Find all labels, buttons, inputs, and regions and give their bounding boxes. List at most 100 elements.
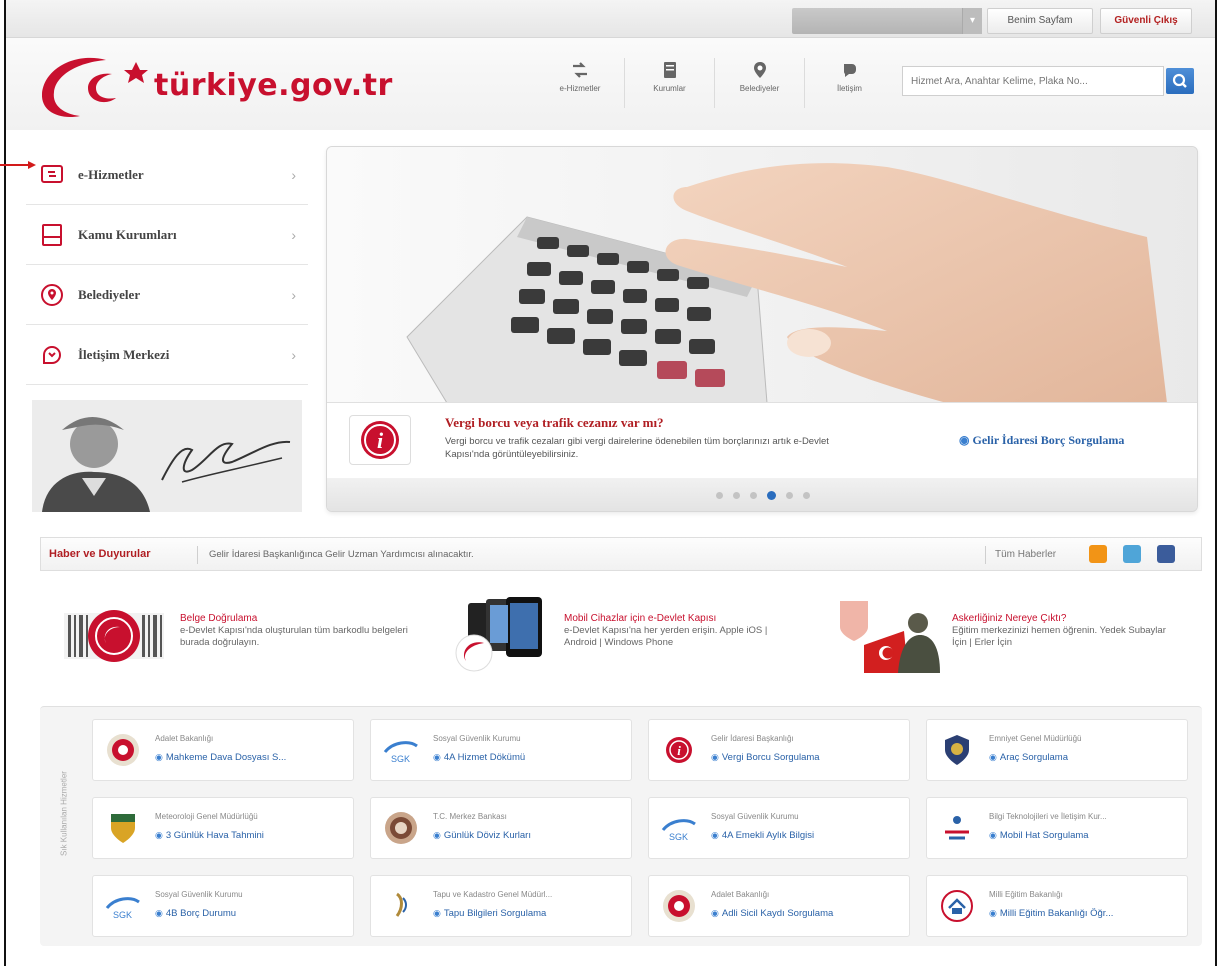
info-icon: i bbox=[361, 421, 399, 459]
slider-dot[interactable] bbox=[716, 491, 723, 499]
institutions-icon bbox=[663, 62, 676, 78]
topnav-e-hizmetler[interactable]: e-Hizmetler bbox=[546, 58, 614, 108]
slide-image bbox=[327, 147, 1197, 403]
divider bbox=[197, 546, 198, 564]
topnav-label: Kurumlar bbox=[653, 84, 686, 93]
service-card[interactable]: Milli Eğitim Bakanlığı Milli Eğitim Baka… bbox=[926, 875, 1188, 937]
promo-body: Eğitim merkezinizi hemen öğrenin. Yedek … bbox=[952, 625, 1166, 648]
slider-dot[interactable] bbox=[750, 491, 757, 499]
service-card[interactable]: Tapu ve Kadastro Genel Müdürl... Tapu Bi… bbox=[370, 875, 632, 937]
service-card[interactable]: Adalet Bakanlığı Adli Sicil Kaydı Sorgul… bbox=[648, 875, 910, 937]
service-card[interactable]: Meteoroloji Genel Müdürlüğü 3 Günlük Hav… bbox=[92, 797, 354, 859]
search-button[interactable] bbox=[1166, 68, 1194, 94]
promo-title: Askerliğiniz Nereye Çıktı? bbox=[952, 613, 1067, 624]
top-strip: ▾ Benim Sayfam Güvenli Çıkış bbox=[6, 0, 1215, 38]
service-card[interactable]: Adalet Bakanlığı Mahkeme Dava Dosyası S.… bbox=[92, 719, 354, 781]
slide-body: Vergi borcu ve trafik cezaları gibi verg… bbox=[445, 436, 829, 460]
rss-icon[interactable] bbox=[1089, 545, 1107, 563]
sidebar-item-belediyeler[interactable]: Belediyeler › bbox=[26, 265, 308, 325]
chevron-right-icon: › bbox=[291, 167, 296, 183]
site-logo[interactable]: türkiye.gov.tr bbox=[36, 48, 406, 128]
slide-title: Vergi borcu veya trafik cezanız var mı? bbox=[445, 415, 664, 430]
hero-slider[interactable]: i Vergi borcu veya trafik cezanız var mı… bbox=[326, 146, 1198, 512]
card-org: Adalet Bakanlığı bbox=[155, 734, 214, 743]
chevron-down-icon[interactable]: ▾ bbox=[962, 8, 982, 34]
news-headline[interactable]: Gelir İdaresi Başkanlığınca Gelir Uzman … bbox=[209, 549, 474, 560]
land-registry-logo-icon bbox=[395, 892, 407, 917]
service-card[interactable]: Bilgi Teknolojileri ve İletişim Kur... M… bbox=[926, 797, 1188, 859]
card-org: Sosyal Güvenlik Kurumu bbox=[433, 734, 521, 743]
service-card[interactable]: Emniyet Genel Müdürlüğü Araç Sorgulama bbox=[926, 719, 1188, 781]
search-area bbox=[902, 66, 1200, 96]
card-org: Sosyal Güvenlik Kurumu bbox=[155, 890, 243, 899]
service-card[interactable]: T.C. Merkez Bankası Günlük Döviz Kurları bbox=[370, 797, 632, 859]
slider-dot[interactable] bbox=[733, 491, 740, 499]
svg-text:SGK: SGK bbox=[391, 754, 410, 764]
service-card[interactable]: SGK Sosyal Güvenlik Kurumu 4B Borç Durum… bbox=[92, 875, 354, 937]
logout-button[interactable]: Güvenli Çıkış bbox=[1100, 8, 1192, 34]
card-org: Tapu ve Kadastro Genel Müdürl... bbox=[433, 890, 553, 899]
facebook-icon[interactable] bbox=[1157, 545, 1175, 563]
card-service: Tapu Bilgileri Sorgulama bbox=[433, 908, 546, 919]
topnav-iletisim[interactable]: İletişim bbox=[804, 58, 884, 108]
barcode-seal-icon bbox=[64, 610, 164, 662]
sidebar-item-label: e-Hizmetler bbox=[78, 166, 144, 182]
sgk-logo-icon: SGK bbox=[383, 741, 418, 764]
chevron-right-icon: › bbox=[291, 347, 296, 363]
search-icon bbox=[1172, 73, 1187, 88]
svg-text:i: i bbox=[377, 428, 384, 453]
card-org: Emniyet Genel Müdürlüğü bbox=[989, 734, 1082, 743]
sidebar-item-kamu-kurumlari[interactable]: Kamu Kurumları › bbox=[26, 205, 308, 265]
card-service: Günlük Döviz Kurları bbox=[433, 830, 531, 841]
card-service: 4B Borç Durumu bbox=[155, 908, 236, 919]
promo-askerlik[interactable]: Askerliğiniz Nereye Çıktı? Eğitim merkez… bbox=[834, 595, 1194, 675]
card-org: Bilgi Teknolojileri ve İletişim Kur... bbox=[989, 812, 1107, 821]
justice-seal-icon bbox=[107, 734, 139, 766]
topnav-belediyeler[interactable]: Belediyeler bbox=[714, 58, 794, 108]
user-menu[interactable]: ▾ bbox=[792, 8, 982, 34]
annotation-arrow bbox=[0, 161, 36, 169]
divider bbox=[985, 546, 986, 564]
police-badge-icon bbox=[945, 735, 969, 765]
svg-text:SGK: SGK bbox=[113, 910, 132, 920]
services-icon bbox=[41, 164, 63, 183]
contact-icon bbox=[843, 64, 856, 77]
card-service: Mobil Hat Sorgulama bbox=[989, 830, 1089, 841]
slider-dot[interactable] bbox=[786, 491, 793, 499]
mobile-devices-icon bbox=[455, 597, 542, 672]
topnav-label: e-Hizmetler bbox=[559, 84, 601, 93]
ataturk-portrait bbox=[32, 400, 302, 512]
card-org: Adalet Bakanlığı bbox=[711, 890, 770, 899]
services-icon bbox=[573, 62, 587, 78]
my-page-button[interactable]: Benim Sayfam bbox=[987, 8, 1093, 34]
promo-belge-dogrulama[interactable]: Belge Doğrulama e-Devlet Kapısı'nda oluş… bbox=[62, 595, 422, 675]
contact-icon bbox=[43, 345, 61, 364]
topnav-label: İletişim bbox=[837, 84, 862, 93]
all-news-link[interactable]: Tüm Haberler bbox=[995, 549, 1056, 560]
service-card[interactable]: i Gelir İdaresi Başkanlığı Vergi Borcu S… bbox=[648, 719, 910, 781]
topnav-kurumlar[interactable]: Kurumlar bbox=[624, 58, 704, 108]
e-devlet-logo-icon bbox=[41, 57, 148, 118]
twitter-icon[interactable] bbox=[1123, 545, 1141, 563]
card-service: 3 Günlük Hava Tahmini bbox=[155, 830, 264, 841]
card-service: Mahkeme Dava Dosyası S... bbox=[155, 752, 286, 763]
sidebar-item-iletisim-merkezi[interactable]: İletişim Merkezi › bbox=[26, 325, 308, 385]
top-nav: e-Hizmetler Kurumlar Belediyeler İletişi… bbox=[546, 58, 884, 108]
browser-frame: ▾ Benim Sayfam Güvenli Çıkış türkiye.gov… bbox=[4, 0, 1217, 966]
globe-icon: ◉ bbox=[959, 433, 970, 447]
news-label[interactable]: Haber ve Duyurular bbox=[49, 548, 150, 560]
promo-mobil[interactable]: Mobil Cihazlar için e-Devlet Kapısı e-De… bbox=[446, 595, 806, 675]
search-input[interactable] bbox=[902, 66, 1164, 96]
service-card[interactable]: SGK Sosyal Güvenlik Kurumu 4A Emekli Ayl… bbox=[648, 797, 910, 859]
sidebar-item-e-hizmetler[interactable]: e-Hizmetler › bbox=[26, 145, 308, 205]
slider-dot[interactable] bbox=[803, 491, 810, 499]
slide-link[interactable]: ◉ Gelir İdaresi Borç Sorgulama bbox=[959, 433, 1124, 448]
card-org: Gelir İdaresi Başkanlığı bbox=[711, 734, 794, 743]
slider-pagination bbox=[327, 478, 1197, 511]
slider-dot-active[interactable] bbox=[767, 490, 776, 500]
sgk-logo-icon: SGK bbox=[661, 819, 696, 842]
service-card[interactable]: SGK Sosyal Güvenlik Kurumu 4A Hizmet Dök… bbox=[370, 719, 632, 781]
info-badge: i bbox=[349, 415, 411, 465]
card-org: Meteoroloji Genel Müdürlüğü bbox=[155, 812, 258, 821]
btk-logo-icon bbox=[945, 816, 969, 840]
